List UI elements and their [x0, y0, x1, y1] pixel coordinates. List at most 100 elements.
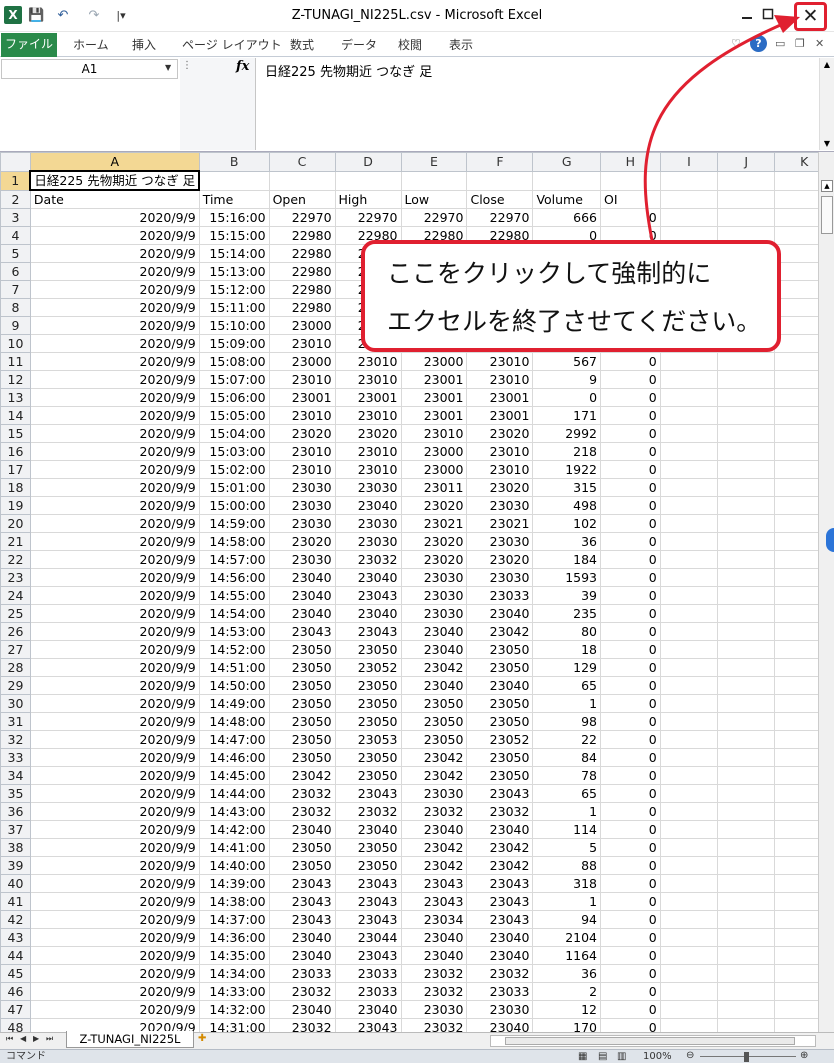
first-sheet-icon[interactable]: ⏮: [6, 1034, 13, 1044]
cell[interactable]: 23030: [400, 604, 468, 623]
cell[interactable]: 0: [600, 550, 661, 569]
cell[interactable]: Volume: [532, 189, 602, 209]
cell[interactable]: 23032: [400, 964, 468, 983]
cell[interactable]: 23050: [268, 676, 336, 695]
cell[interactable]: 23042: [466, 838, 534, 857]
cell[interactable]: 23042: [400, 748, 468, 767]
cell[interactable]: 666: [532, 208, 602, 227]
cell[interactable]: OI: [600, 189, 661, 209]
cell[interactable]: [659, 820, 719, 839]
cell[interactable]: 23043: [466, 784, 534, 803]
cell[interactable]: [659, 478, 719, 497]
row-header[interactable]: 2: [0, 189, 31, 209]
workbook-close-icon[interactable]: ✕: [815, 37, 824, 50]
horizontal-scrollbar[interactable]: [490, 1035, 816, 1047]
cell[interactable]: 23043: [334, 622, 402, 641]
cell[interactable]: [717, 784, 776, 803]
row-header[interactable]: 27: [0, 640, 31, 659]
row-header[interactable]: 20: [0, 514, 31, 533]
cell[interactable]: 23040: [268, 1000, 336, 1019]
cell[interactable]: Close: [466, 189, 534, 209]
cell[interactable]: 23040: [400, 820, 468, 839]
cell[interactable]: 14:58:00: [198, 532, 270, 551]
row-header[interactable]: 36: [0, 802, 31, 821]
cell[interactable]: 23032: [334, 550, 402, 569]
cell[interactable]: 0: [600, 640, 661, 659]
formula-scrollbar[interactable]: ▲ ▼: [819, 58, 834, 150]
cell[interactable]: 23042: [400, 838, 468, 857]
zoom-slider-thumb[interactable]: [744, 1052, 749, 1062]
cell[interactable]: 2020/9/9: [29, 1018, 200, 1032]
cell[interactable]: 22980: [268, 244, 336, 263]
cell[interactable]: 2020/9/9: [29, 298, 200, 317]
cell[interactable]: [717, 1000, 776, 1019]
cell[interactable]: [717, 892, 776, 911]
cell[interactable]: [717, 370, 776, 389]
cell[interactable]: 315: [532, 478, 602, 497]
cell[interactable]: 14:33:00: [198, 982, 270, 1001]
cell[interactable]: [717, 586, 776, 605]
cell[interactable]: Low: [400, 189, 468, 209]
cell[interactable]: [659, 514, 719, 533]
cell[interactable]: 23050: [400, 712, 468, 731]
cell[interactable]: 23030: [400, 1000, 468, 1019]
cell[interactable]: 23020: [334, 424, 402, 443]
cell[interactable]: [717, 856, 776, 875]
cell[interactable]: 0: [600, 820, 661, 839]
cell[interactable]: 1: [532, 892, 602, 911]
cell[interactable]: 23040: [466, 928, 534, 947]
cell[interactable]: 2020/9/9: [29, 514, 200, 533]
cell[interactable]: 23050: [334, 748, 402, 767]
cell[interactable]: 23040: [400, 622, 468, 641]
cell[interactable]: 23030: [466, 1000, 534, 1019]
close-button[interactable]: ✕: [794, 2, 827, 31]
tab-formulas[interactable]: 数式: [290, 36, 314, 53]
row-header[interactable]: 31: [0, 712, 31, 731]
cell[interactable]: 2020/9/9: [29, 388, 200, 407]
cell[interactable]: 0: [600, 748, 661, 767]
cell[interactable]: 23030: [466, 496, 534, 515]
cell[interactable]: 23050: [400, 694, 468, 713]
cell[interactable]: 318: [532, 874, 602, 893]
cell[interactable]: 2020/9/9: [29, 406, 200, 425]
cell[interactable]: 23043: [268, 622, 336, 641]
cell[interactable]: 2: [532, 982, 602, 1001]
cell[interactable]: 23032: [334, 802, 402, 821]
formula-input[interactable]: 日経225 先物期近 つなぎ 足: [265, 61, 432, 80]
cell[interactable]: [717, 514, 776, 533]
insert-function-icon[interactable]: fx: [236, 59, 249, 74]
cell[interactable]: 0: [600, 1018, 661, 1032]
cell[interactable]: 2020/9/9: [29, 496, 200, 515]
cell[interactable]: 14:42:00: [198, 820, 270, 839]
row-header[interactable]: 7: [0, 280, 31, 299]
cell[interactable]: 23021: [466, 514, 534, 533]
cell[interactable]: 15:09:00: [198, 334, 270, 353]
cell[interactable]: 498: [532, 496, 602, 515]
cell[interactable]: 23010: [268, 370, 336, 389]
cell[interactable]: 2020/9/9: [29, 280, 200, 299]
cell[interactable]: 2020/9/9: [29, 910, 200, 929]
cell[interactable]: 14:36:00: [198, 928, 270, 947]
splitter-icon[interactable]: ⋮: [182, 60, 192, 71]
cell[interactable]: [717, 388, 776, 407]
cell[interactable]: 23040: [466, 604, 534, 623]
cell[interactable]: 23043: [334, 1018, 402, 1032]
cell[interactable]: [659, 874, 719, 893]
page-layout-view-icon[interactable]: ▤: [598, 1050, 607, 1063]
cell[interactable]: 23050: [466, 766, 534, 785]
cell[interactable]: 23040: [334, 1000, 402, 1019]
cell[interactable]: [659, 658, 719, 677]
row-header[interactable]: 15: [0, 424, 31, 443]
cell[interactable]: 567: [532, 352, 602, 371]
cell[interactable]: [717, 170, 776, 191]
cell[interactable]: 2020/9/9: [29, 694, 200, 713]
cell[interactable]: 23042: [268, 766, 336, 785]
cell[interactable]: 23040: [268, 586, 336, 605]
cell[interactable]: [717, 460, 776, 479]
cell[interactable]: 23052: [466, 730, 534, 749]
cell[interactable]: 2020/9/9: [29, 262, 200, 281]
cell[interactable]: 23032: [268, 802, 336, 821]
cell[interactable]: 14:39:00: [198, 874, 270, 893]
cell[interactable]: 14:48:00: [198, 712, 270, 731]
cell[interactable]: 23042: [466, 622, 534, 641]
